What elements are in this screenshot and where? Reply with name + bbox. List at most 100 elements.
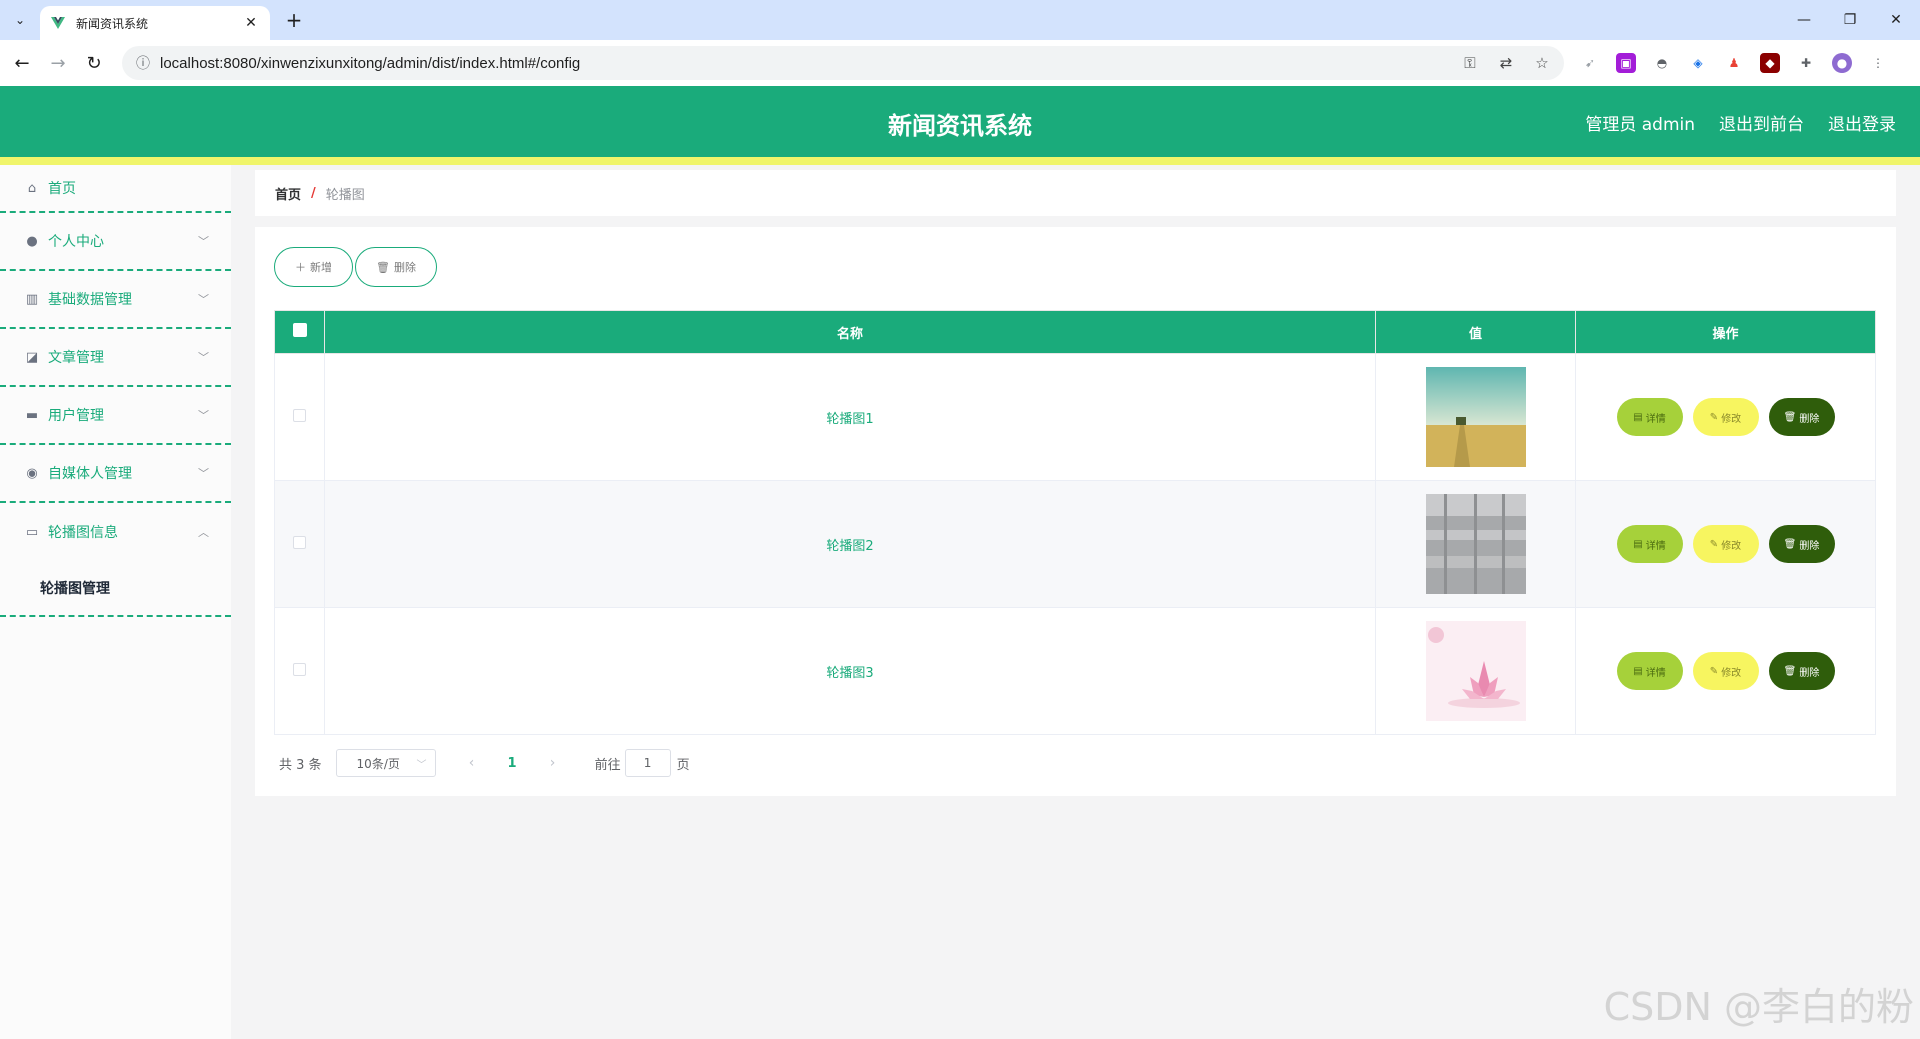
sidebar-item-home[interactable]: ⌂ 首页 [0,165,231,213]
ublock-shield-icon[interactable]: ◆ [1760,53,1780,73]
add-button-label: 新增 [310,261,332,274]
breadcrumb-separator: / [311,185,316,201]
breadcrumb-home[interactable]: 首页 [275,184,301,203]
people-extension-icon[interactable]: ♟ [1724,53,1744,73]
sidebar-subitem-banner-manage[interactable]: 轮播图管理 [0,561,231,617]
page-unit-label: 页 [676,757,690,773]
batch-delete-button[interactable]: 🗑 删除 [355,247,437,287]
back-icon[interactable]: ← [8,49,36,77]
address-url[interactable]: localhost:8080/xinwenzixunxitong/admin/d… [160,55,580,72]
prev-page-icon[interactable]: ‹ [462,755,482,771]
delete-button-label: 删除 [1799,667,1820,679]
delete-button[interactable]: 🗑 删除 [1768,525,1835,563]
sidebar-item-label: 用户管理 [48,408,104,424]
header-stripe [0,157,1920,165]
content-card: ＋ 新增 🗑 删除 名称 值 操作 轮播图1 ▤ 详情 ✎ 修改 🗑 删除 轮播… [255,227,1896,796]
add-button[interactable]: ＋ 新增 [274,247,353,287]
breadcrumb-current: 轮播图 [325,187,365,203]
new-tab-icon[interactable]: + [282,8,306,32]
browser-menu-icon[interactable]: ⋮ [1868,53,1888,73]
extensions-puzzle-icon[interactable]: ✚ [1796,53,1816,73]
minimize-icon[interactable]: — [1784,6,1824,34]
profile-avatar-icon[interactable]: ● [1832,53,1852,73]
chevron-down-icon: ﹀ [198,467,209,480]
detail-button[interactable]: ▤ 详情 [1616,398,1683,436]
sidebar-item-users[interactable]: ▬ 用户管理 ﹀ [0,387,231,445]
row-checkbox[interactable] [293,535,306,549]
delete-button-label: 删除 [1799,413,1820,425]
layers-extension-icon[interactable]: ◈ [1688,53,1708,73]
row-checkbox[interactable] [293,662,306,676]
reload-icon[interactable]: ↻ [80,49,108,77]
restore-icon[interactable]: ❐ [1830,6,1870,34]
site-info-icon[interactable]: ⓘ [126,53,160,73]
translate-icon[interactable]: ⇄ [1496,53,1516,73]
sidebar-item-media[interactable]: ◉ 自媒体人管理 ﹀ [0,445,231,503]
goto-label: 前往 [594,757,621,773]
sidebar-item-label: 轮播图信息 [48,525,118,541]
sidebar-item-articles[interactable]: ◪ 文章管理 ﹀ [0,329,231,387]
sidebar: ⌂ 首页 ● 个人中心 ﹀ ▥ 基础数据管理 ﹀ ◪ 文章管理 ﹀ ▬ 用户管理… [0,165,231,1039]
row-name: 轮播图2 [324,480,1376,608]
edit-button-label: 修改 [1721,667,1742,679]
sidebar-item-basic-data[interactable]: ▥ 基础数据管理 ﹀ [0,271,231,329]
cursor-extension-icon[interactable]: ➹ [1580,53,1600,73]
password-key-icon[interactable]: ⚿ [1460,53,1480,73]
table-row: 轮播图2 ▤ 详情 ✎ 修改 🗑 删除 [274,480,1876,608]
plus-icon: ＋ [295,261,306,274]
goto-page-input[interactable]: 1 [624,749,671,777]
sidebar-item-personal-center[interactable]: ● 个人中心 ﹀ [0,213,231,271]
window-close-icon[interactable]: ✕ [1876,6,1916,34]
to-front-link[interactable]: 退出到前台 [1719,110,1804,135]
edit-button[interactable]: ✎ 修改 [1692,398,1759,436]
vue-logo-icon [51,17,65,29]
browser-tab-bar: ⌄ 新闻资讯系统 ✕ + — ❐ ✕ [0,0,1920,40]
forward-icon[interactable]: → [44,49,72,77]
edit-button-label: 修改 [1721,413,1742,425]
bulb-icon: ◉ [26,465,38,481]
edit-button[interactable]: ✎ 修改 [1692,652,1759,690]
chat-icon: ▬ [25,407,39,423]
select-all-checkbox[interactable] [292,323,307,337]
sidebar-item-label: 自媒体人管理 [48,466,132,482]
detail-icon: ▤ [1633,411,1643,423]
select-all-cell[interactable] [274,310,325,354]
tab-close-icon[interactable]: ✕ [242,15,260,31]
bookmark-star-icon[interactable]: ☆ [1532,53,1552,73]
chevron-down-icon: ﹀ [198,293,209,306]
sidebar-item-label: 个人中心 [48,234,104,250]
address-bar[interactable]: ⓘ localhost:8080/xinwenzixunxitong/admin… [122,46,1564,80]
delete-button-label: 删除 [1799,540,1820,552]
edit-button[interactable]: ✎ 修改 [1692,525,1759,563]
incognito-extension-icon[interactable]: ◓ [1652,53,1672,73]
detail-button-label: 详情 [1645,667,1666,679]
detail-button[interactable]: ▤ 详情 [1616,652,1683,690]
browser-tab[interactable]: 新闻资讯系统 ✕ [40,6,270,40]
app-header: 新闻资讯系统 管理员 admin 退出到前台 退出登录 [0,86,1920,157]
row-name: 轮播图3 [324,607,1376,735]
chevron-down-icon: ﹀ [198,235,209,248]
page-number-current[interactable]: 1 [508,756,517,771]
row-name: 轮播图1 [324,353,1376,481]
table-row: 轮播图1 ▤ 详情 ✎ 修改 🗑 删除 [274,353,1876,481]
browser-toolbar: ← → ↻ ⓘ localhost:8080/xinwenzixunxitong… [0,40,1920,86]
delete-button[interactable]: 🗑 删除 [1768,652,1835,690]
purple-extension-icon[interactable]: ▣ [1616,53,1636,73]
sidebar-subitem-label: 轮播图管理 [40,581,110,597]
delete-button-label: 删除 [393,261,416,274]
trash-icon: 🗑 [1783,411,1797,423]
column-header-value: 值 [1375,310,1576,354]
delete-button[interactable]: 🗑 删除 [1768,398,1835,436]
pagination-total: 共 3 条 [279,757,322,773]
detail-button[interactable]: ▤ 详情 [1616,525,1683,563]
next-page-icon[interactable]: › [543,755,563,771]
chart-icon: ◪ [25,349,39,365]
sidebar-item-banner[interactable]: ▭ 轮播图信息 ︿ [0,503,231,561]
page-size-select[interactable]: 10条/页 ﹀ [335,749,436,777]
admin-user-label: 管理员 admin [1585,115,1695,135]
chevron-up-icon: ︿ [198,526,209,539]
pagination: 共 3 条 10条/页 ﹀ ‹ 1 › 前往 1 页 [279,749,690,777]
tab-search-icon[interactable]: ⌄ [8,8,32,32]
row-checkbox[interactable] [293,408,306,422]
logout-link[interactable]: 退出登录 [1828,110,1896,135]
